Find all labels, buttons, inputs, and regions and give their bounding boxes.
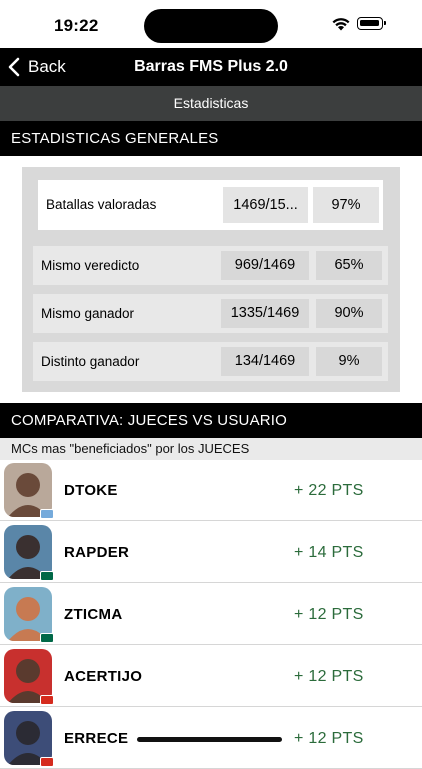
flag-icon xyxy=(40,509,54,519)
mc-points: + 12 PTS xyxy=(294,730,364,747)
navigation-bar: Back Barras FMS Plus 2.0 xyxy=(0,48,422,86)
stat-percent: 65% xyxy=(316,251,382,280)
home-indicator xyxy=(137,737,282,742)
list-item[interactable]: ACERTIJO + 12 PTS xyxy=(0,646,422,707)
flag-icon xyxy=(40,571,54,581)
section-header-comparativa: COMPARATIVA: JUECES VS USUARIO xyxy=(0,403,422,438)
stat-percent: 97% xyxy=(313,187,379,223)
mc-points: + 14 PTS xyxy=(294,544,364,561)
mc-name: ACERTIJO xyxy=(64,668,143,685)
stat-label: Distinto ganador xyxy=(41,354,140,369)
mc-name: RAPDER xyxy=(64,544,130,561)
stat-fraction: 1469/15... xyxy=(223,187,308,223)
status-bar: 19:22 xyxy=(0,0,422,48)
section-header-general: ESTADISTICAS GENERALES xyxy=(0,121,422,156)
stat-percent: 90% xyxy=(316,299,382,328)
stat-row-batallas-valoradas: Batallas valoradas 1469/15... 97% xyxy=(38,180,383,230)
mc-name: ERRECE xyxy=(64,730,129,747)
mc-points: + 12 PTS xyxy=(294,668,364,685)
status-time: 19:22 xyxy=(54,16,99,35)
flag-icon xyxy=(40,695,54,705)
list-item[interactable]: RAPDER + 14 PTS xyxy=(0,522,422,583)
stat-fraction: 969/1469 xyxy=(221,251,309,280)
stat-row-distinto-ganador: Distinto ganador 134/1469 9% xyxy=(33,342,388,381)
dynamic-island xyxy=(144,9,278,43)
flag-icon xyxy=(40,633,54,643)
list-item[interactable]: DTOKE + 22 PTS xyxy=(0,460,422,521)
stat-fraction: 134/1469 xyxy=(221,347,309,376)
mc-points: + 22 PTS xyxy=(294,482,364,499)
stat-percent: 9% xyxy=(316,347,382,376)
battery-icon xyxy=(357,17,386,30)
tab-estadisticas[interactable]: Estadisticas xyxy=(0,86,422,121)
flag-icon xyxy=(40,757,54,767)
stat-label: Mismo ganador xyxy=(41,306,135,321)
stat-fraction: 1335/1469 xyxy=(221,299,309,328)
stat-row-mismo-veredicto: Mismo veredicto 969/1469 65% xyxy=(33,246,388,285)
stat-label: Batallas valoradas xyxy=(46,197,157,212)
list-item[interactable]: ZTICMA + 12 PTS xyxy=(0,584,422,645)
mc-points: + 12 PTS xyxy=(294,606,364,623)
stat-row-mismo-ganador: Mismo ganador 1335/1469 90% xyxy=(33,294,388,333)
wifi-icon xyxy=(332,18,350,31)
mc-name: ZTICMA xyxy=(64,606,123,623)
mc-name: DTOKE xyxy=(64,482,118,499)
page-title: Barras FMS Plus 2.0 xyxy=(134,58,288,75)
general-stats-panel: Batallas valoradas 1469/15... 97% Mismo … xyxy=(22,167,400,392)
stat-label: Mismo veredicto xyxy=(41,258,140,273)
comparativa-caption: MCs mas "beneficiados" por los JUECES xyxy=(0,438,422,460)
